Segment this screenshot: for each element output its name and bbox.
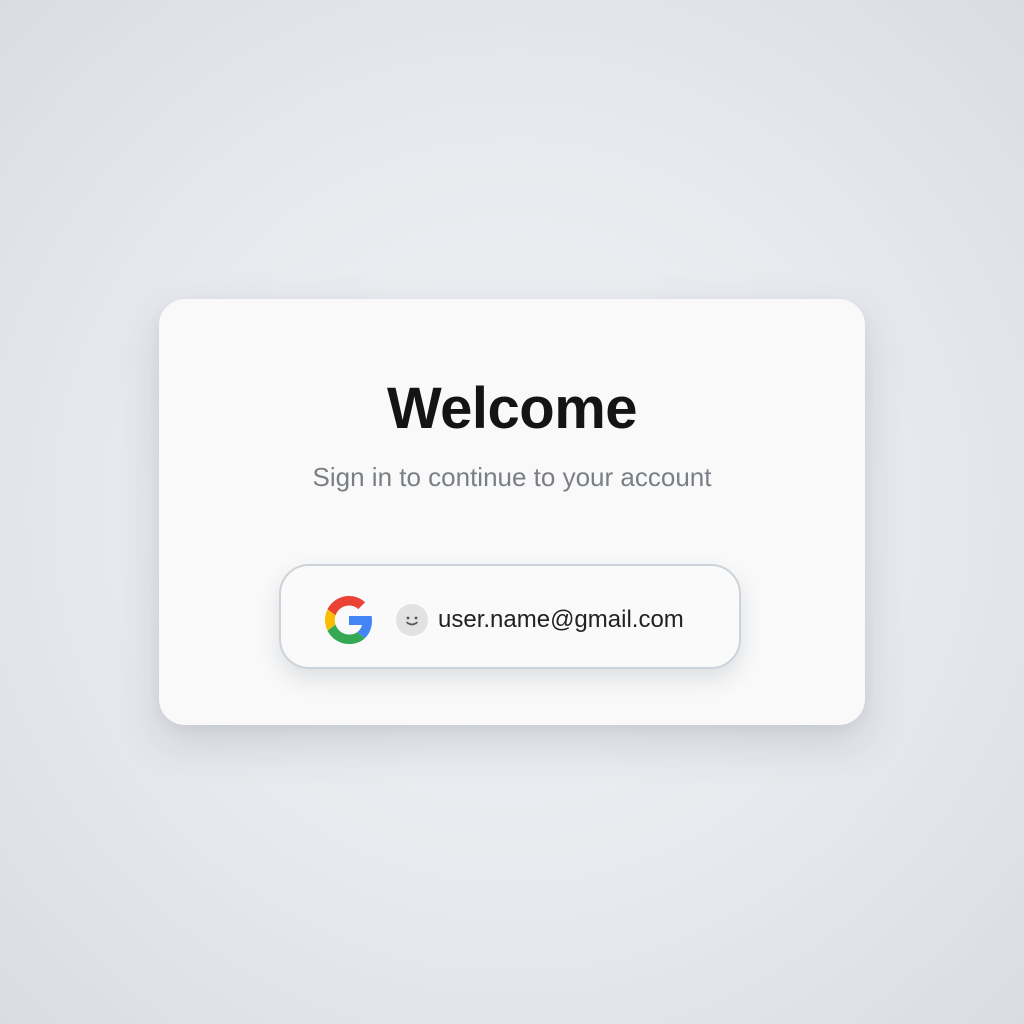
google-logo-icon bbox=[325, 596, 373, 644]
sign-in-card: Welcome Sign in to continue to your acco… bbox=[159, 299, 865, 725]
account-email: user.name@gmail.com bbox=[438, 606, 684, 633]
google-account-button[interactable]: user.name@gmail.com bbox=[279, 564, 741, 669]
avatar-icon bbox=[396, 604, 428, 636]
sign-in-subtitle: Sign in to continue to your account bbox=[312, 462, 712, 492]
welcome-title: Welcome bbox=[386, 376, 638, 441]
